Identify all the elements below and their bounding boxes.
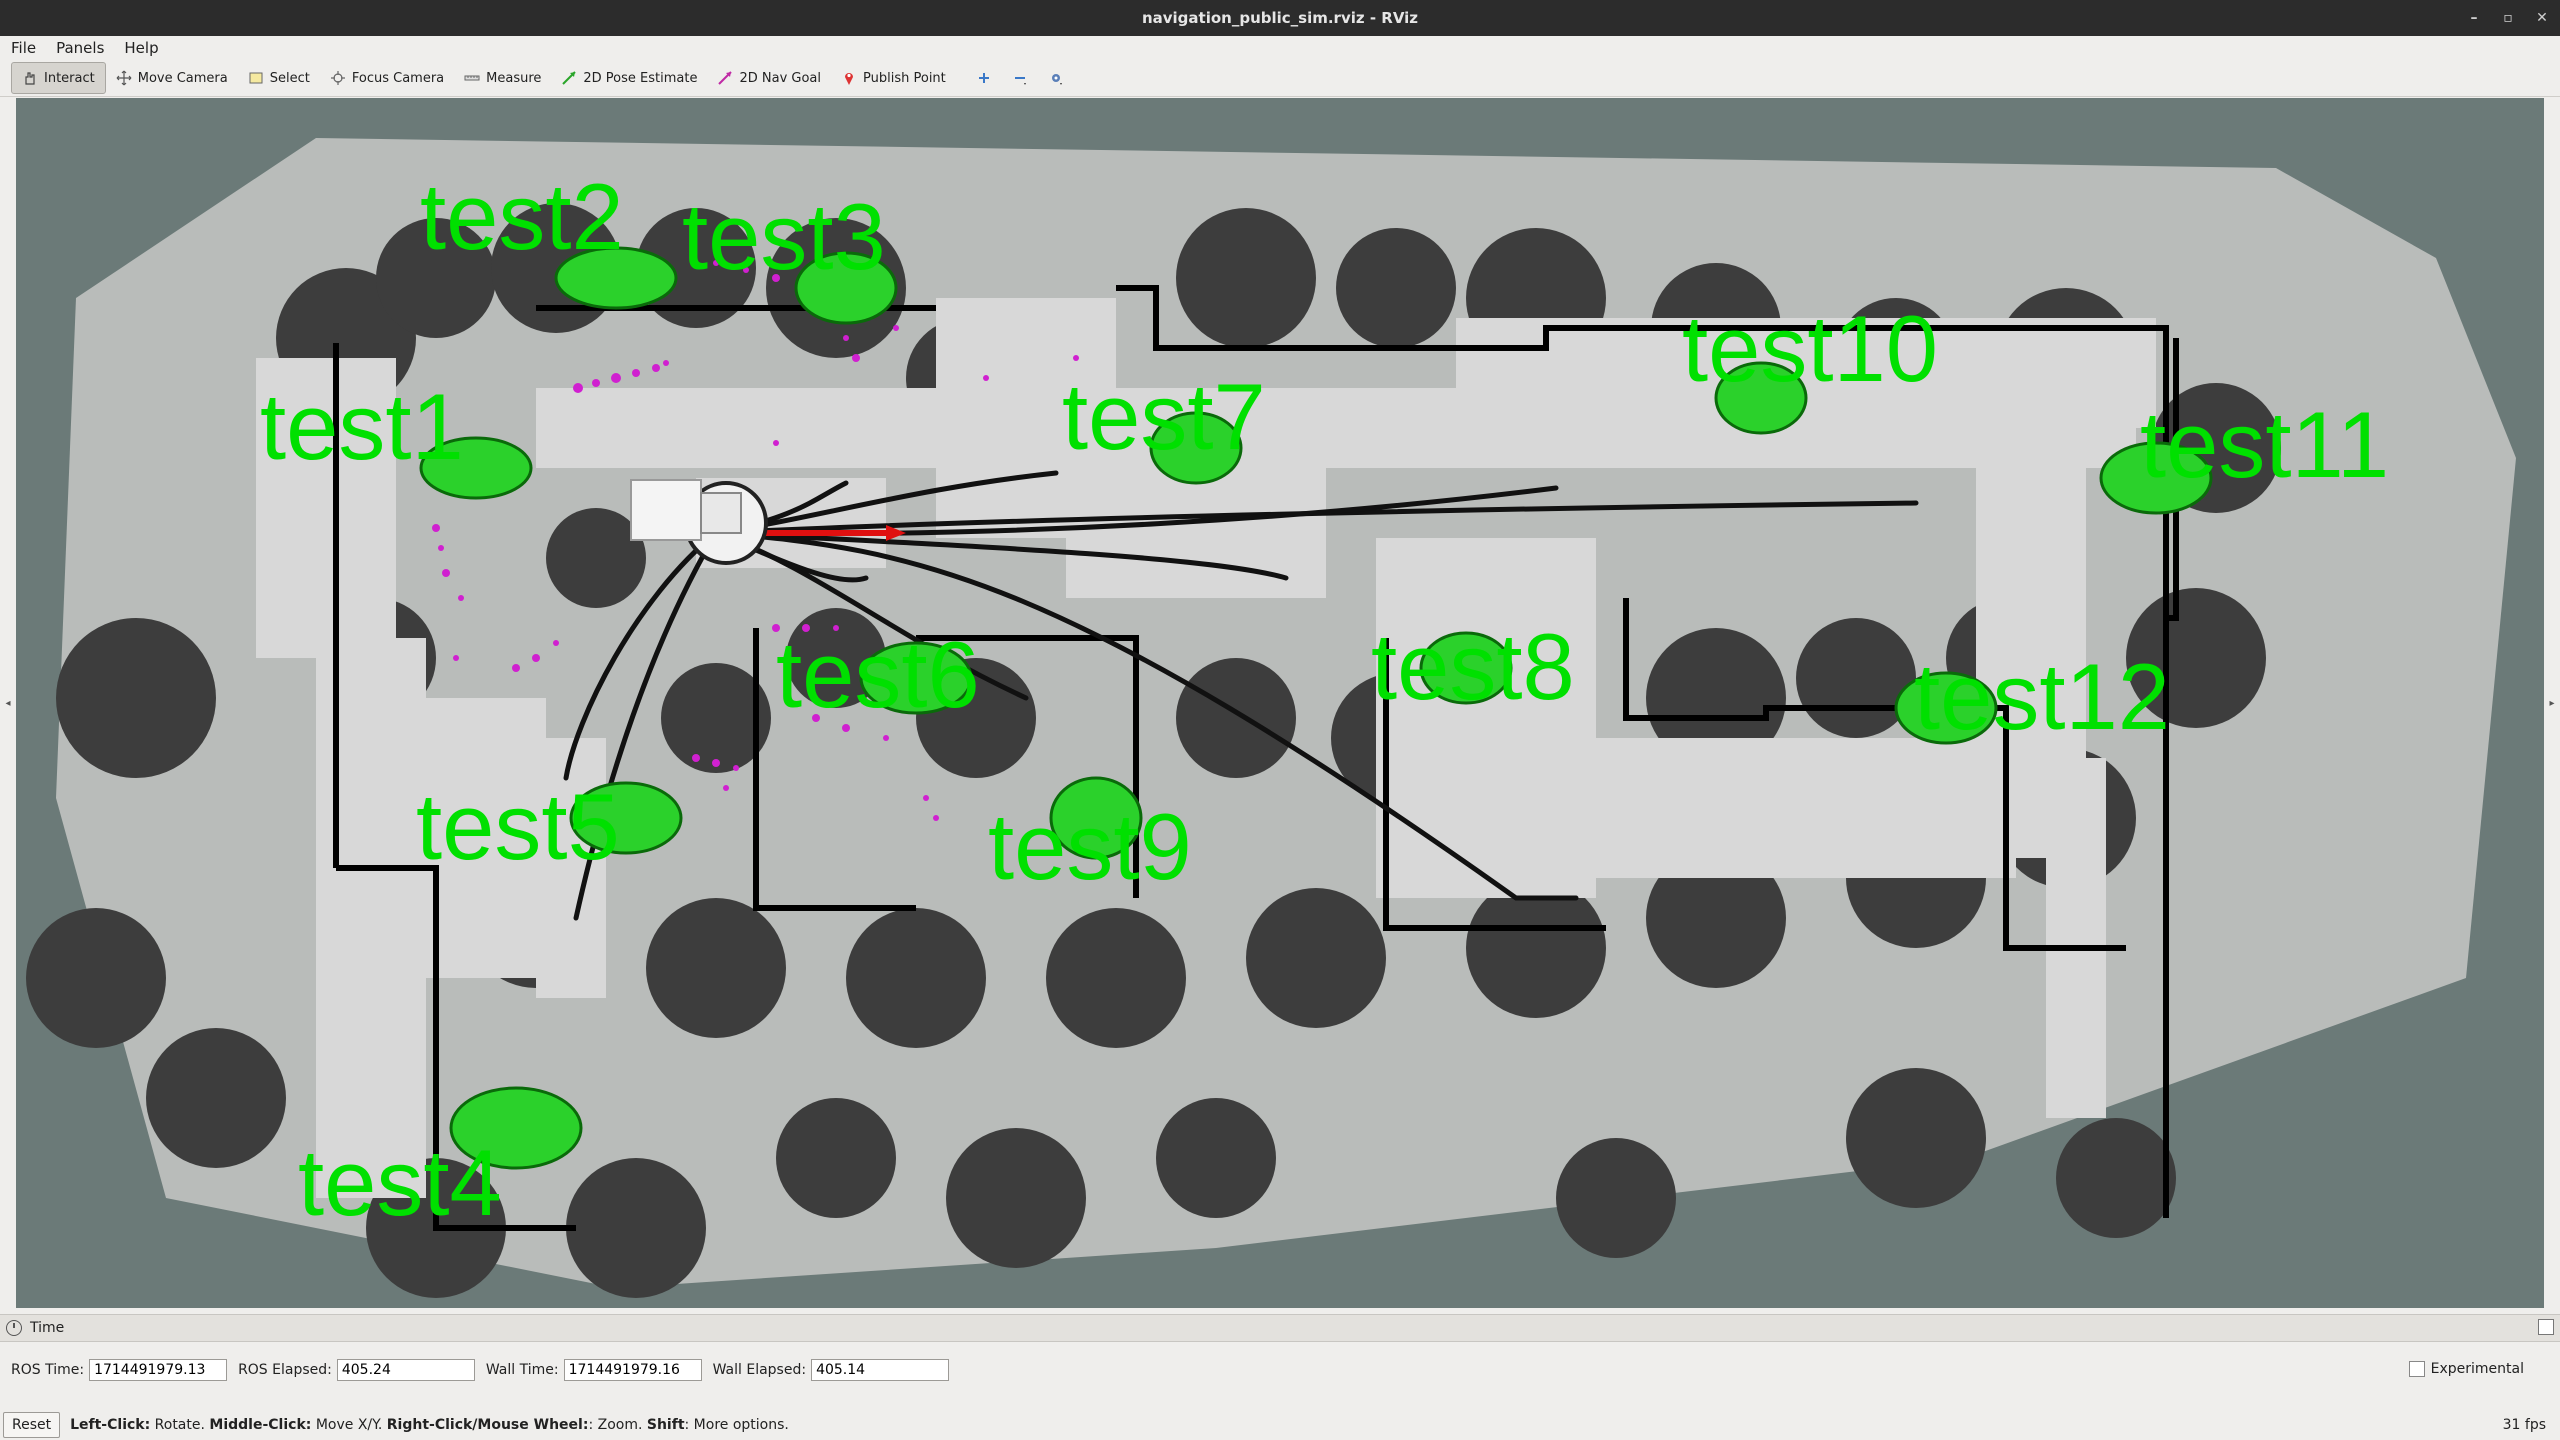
undock-panel-button[interactable] — [2538, 1319, 2554, 1335]
tool-label: Measure — [486, 70, 542, 86]
tool-2d-pose-estimate[interactable]: 2D Pose Estimate — [551, 63, 707, 93]
label-test7: test7 — [1062, 364, 1266, 469]
remove-tool-icon — [1014, 77, 1026, 85]
add-tool-button[interactable] — [966, 63, 1002, 93]
hint-key: Shift — [646, 1417, 685, 1433]
label-test8: test8 — [1371, 614, 1575, 719]
tool-label: 2D Pose Estimate — [583, 70, 698, 86]
tool-bar: Interact Move Camera Select Focus Camera… — [0, 60, 2560, 97]
tool-move-camera[interactable]: Move Camera — [106, 63, 238, 93]
label-test6: test6 — [776, 622, 980, 727]
window-title: navigation_public_sim.rviz - RViz — [1141, 9, 1419, 27]
left-dock-collapse-handle[interactable]: ◂ — [0, 98, 16, 1308]
mouse-hint: Left-Click: Rotate. Middle-Click: Move X… — [70, 1417, 789, 1433]
title-bar: navigation_public_sim.rviz - RViz – ▫ ✕ — [0, 0, 2560, 36]
pose-estimate-icon — [562, 71, 577, 85]
minimize-icon[interactable]: – — [2466, 10, 2482, 26]
tool-publish-point[interactable]: Publish Point — [831, 63, 956, 93]
time-fields-row: ROS Time: ROS Elapsed: Wall Time: Wall E… — [0, 1355, 2560, 1385]
right-dock-collapse-handle[interactable]: ▸ — [2544, 98, 2560, 1308]
publish-point-icon — [845, 73, 854, 85]
menu-file[interactable]: File — [0, 39, 46, 57]
label-test3: test3 — [682, 184, 886, 289]
label-test11: test11 — [2140, 392, 2390, 497]
window-controls: – ▫ ✕ — [2466, 0, 2550, 36]
tool-2d-nav-goal[interactable]: 2D Nav Goal — [707, 63, 831, 93]
experimental-label: Experimental — [2430, 1361, 2524, 1377]
tool-measure[interactable]: Measure — [454, 63, 551, 93]
focus-camera-icon — [330, 71, 345, 85]
label-test2: test2 — [420, 164, 624, 269]
hint-text: : Zoom. — [588, 1417, 643, 1433]
move-camera-icon — [116, 70, 132, 86]
hint-text: Move X/Y. — [315, 1417, 383, 1433]
label-test12: test12 — [1914, 644, 2171, 749]
measure-icon — [464, 75, 480, 81]
fps-counter: 31 fps — [2502, 1417, 2546, 1433]
time-panel-title: Time — [30, 1320, 65, 1336]
add-tool-icon — [978, 73, 989, 83]
tool-properties-button[interactable] — [1038, 63, 1074, 93]
label-test4: test4 — [298, 1130, 502, 1235]
experimental-toggle[interactable]: Experimental — [2408, 1361, 2524, 1377]
close-icon[interactable]: ✕ — [2534, 10, 2550, 26]
remove-tool-button[interactable] — [1002, 63, 1038, 93]
menu-help[interactable]: Help — [114, 39, 168, 57]
wall-time-label: Wall Time: — [485, 1362, 559, 1378]
tool-interact[interactable]: Interact — [11, 62, 106, 94]
tool-select[interactable]: Select — [238, 63, 320, 93]
tool-label: Interact — [44, 70, 95, 86]
experimental-checkbox[interactable] — [2408, 1361, 2425, 1377]
time-panel-header: Time — [0, 1314, 2560, 1342]
wall-elapsed-label: Wall Elapsed: — [712, 1362, 807, 1378]
hint-text: Rotate. — [154, 1417, 205, 1433]
tool-properties-icon — [1051, 74, 1062, 85]
hint-text: : More options. — [684, 1417, 789, 1433]
wall-elapsed-field[interactable] — [811, 1359, 950, 1381]
tool-label: Move Camera — [137, 70, 228, 86]
menu-panels[interactable]: Panels — [46, 39, 114, 57]
hint-key: Middle-Click: — [209, 1417, 312, 1433]
ros-elapsed-label: ROS Elapsed: — [238, 1362, 332, 1378]
ros-elapsed-field[interactable] — [336, 1359, 475, 1381]
hint-key: Right-Click/Mouse Wheel: — [386, 1417, 589, 1433]
tool-focus-camera[interactable]: Focus Camera — [320, 63, 454, 93]
nav-goal-icon — [718, 71, 733, 85]
label-test1: test1 — [260, 374, 464, 479]
clock-icon — [6, 1320, 22, 1336]
ros-time-label: ROS Time: — [11, 1362, 85, 1378]
maximize-icon[interactable]: ▫ — [2500, 10, 2516, 26]
status-bar: Reset Left-Click: Rotate. Middle-Click: … — [0, 1410, 2560, 1440]
hint-key: Left-Click: — [70, 1417, 151, 1433]
render-viewport[interactable]: test1 test2 test3 test4 test5 test6 test… — [16, 98, 2544, 1308]
label-test10: test10 — [1682, 296, 1939, 401]
tool-label: Publish Point — [863, 70, 946, 86]
reset-button[interactable]: Reset — [3, 1412, 61, 1438]
interact-icon — [25, 72, 35, 85]
tool-label: 2D Nav Goal — [739, 70, 822, 86]
select-icon — [249, 72, 263, 84]
ros-time-field[interactable] — [89, 1359, 228, 1381]
label-test9: test9 — [988, 794, 1192, 899]
wall-time-field[interactable] — [563, 1359, 702, 1381]
tool-label: Select — [269, 70, 310, 86]
tool-label: Focus Camera — [351, 70, 445, 86]
label-test5: test5 — [416, 774, 620, 879]
menu-bar: File Panels Help — [0, 36, 2560, 60]
